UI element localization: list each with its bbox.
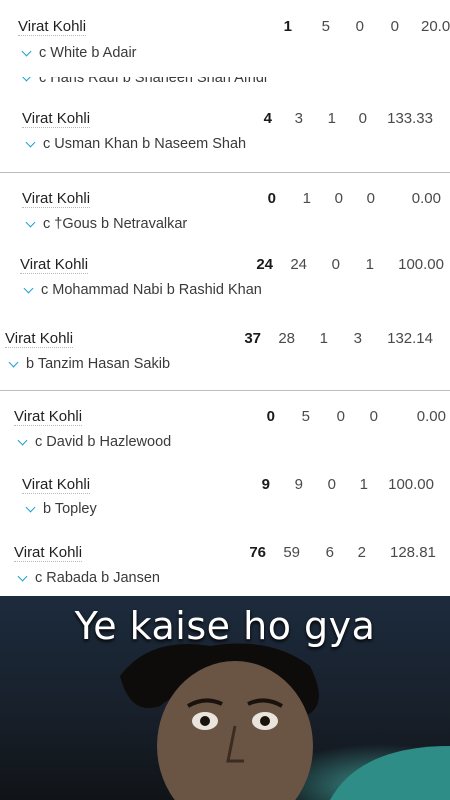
fours: 0 [336, 408, 345, 425]
dismissal-text: c Haris Rauf b Shaheen Shah Afridi [39, 77, 268, 86]
fours: 0 [334, 190, 343, 207]
batter-name[interactable]: Virat Kohli [22, 110, 91, 128]
batter-name[interactable]: Virat Kohli [22, 190, 91, 208]
fours: 6 [325, 544, 334, 561]
strike-rate: 20.0 [421, 18, 450, 35]
chevron-down-icon [8, 357, 19, 368]
sixes: 3 [353, 330, 362, 347]
dismissal-row[interactable]: c Haris Rauf b Shaheen Shah Afridi [21, 77, 268, 86]
sixes: 0 [366, 190, 375, 207]
dismissal-text: c White b Adair [39, 45, 137, 61]
fours: 0 [331, 256, 340, 273]
dismissal-text: c Rabada b Jansen [35, 570, 160, 586]
batter-name[interactable]: Virat Kohli [20, 256, 89, 274]
chevron-down-icon [25, 217, 36, 228]
chevron-down-icon [25, 502, 36, 513]
divider [0, 390, 450, 391]
strike-rate: 132.14 [387, 330, 433, 347]
chevron-down-icon [17, 435, 28, 446]
dismissal-row[interactable]: c †Gous b Netravalkar [25, 216, 188, 232]
sixes: 1 [365, 256, 374, 273]
chevron-down-icon [25, 137, 36, 148]
pupil-right [260, 716, 270, 726]
dismissal-row[interactable]: b Tanzim Hasan Sakib [8, 356, 171, 372]
batter-name[interactable]: Virat Kohli [22, 476, 91, 494]
strike-rate: 128.81 [390, 544, 436, 561]
sixes: 0 [369, 408, 378, 425]
runs: 1 [283, 18, 292, 35]
runs: 76 [249, 544, 266, 561]
runs: 37 [244, 330, 261, 347]
batter-name[interactable]: Virat Kohli [14, 408, 83, 426]
clipped-dismissal-row: c Haris Rauf b Shaheen Shah Afridi [0, 77, 450, 88]
balls: 59 [283, 544, 300, 561]
runs: 4 [263, 110, 272, 127]
runs: 24 [256, 256, 273, 273]
fours: 0 [327, 476, 336, 493]
batter-name[interactable]: Virat Kohli [14, 544, 83, 562]
dismissal-text: b Tanzim Hasan Sakib [26, 356, 171, 372]
balls: 1 [302, 190, 311, 207]
sixes: 1 [359, 476, 368, 493]
fours: 1 [327, 110, 336, 127]
dismissal-row[interactable]: c Usman Khan b Naseem Shah [25, 136, 247, 152]
sixes: 0 [358, 110, 367, 127]
strike-rate: 100.00 [398, 256, 444, 273]
strike-rate: 133.33 [387, 110, 433, 127]
dismissal-row[interactable]: c David b Hazlewood [17, 434, 172, 450]
pupil-left [200, 716, 210, 726]
balls: 9 [294, 476, 303, 493]
sixes: 0 [390, 18, 399, 35]
sixes: 2 [357, 544, 366, 561]
balls: 5 [301, 408, 310, 425]
chevron-down-icon [21, 77, 32, 82]
chevron-down-icon [23, 283, 34, 294]
dismissal-text: b Topley [43, 501, 97, 517]
dismissal-row[interactable]: c Mohammad Nabi b Rashid Khan [23, 282, 262, 298]
dismissal-row[interactable]: c Rabada b Jansen [17, 570, 160, 586]
dismissal-text: c †Gous b Netravalkar [43, 216, 188, 232]
runs: 0 [266, 408, 275, 425]
balls: 3 [294, 110, 303, 127]
strike-rate: 0.00 [416, 408, 446, 425]
batter-name[interactable]: Virat Kohli [18, 18, 87, 36]
balls: 28 [278, 330, 295, 347]
strike-rate: 0.00 [411, 190, 441, 207]
fours: 1 [319, 330, 328, 347]
dismissal-text: c Mohammad Nabi b Rashid Khan [41, 282, 262, 298]
strike-rate: 100.00 [388, 476, 434, 493]
fours: 0 [355, 18, 364, 35]
meme-image: Ye kaise ho gya [0, 596, 450, 800]
dismissal-row[interactable]: c White b Adair [21, 45, 137, 61]
runs: 9 [261, 476, 270, 493]
runs: 0 [267, 190, 276, 207]
meme-caption: Ye kaise ho gya [74, 604, 376, 648]
shoulder-right [330, 746, 450, 800]
balls: 24 [290, 256, 307, 273]
dismissal-text: c David b Hazlewood [35, 434, 172, 450]
balls: 5 [321, 18, 330, 35]
dismissal-row[interactable]: b Topley [25, 501, 97, 517]
chevron-down-icon [17, 571, 28, 582]
chevron-down-icon [21, 46, 32, 57]
batter-name[interactable]: Virat Kohli [5, 330, 74, 348]
divider [0, 172, 450, 173]
dismissal-text: c Usman Khan b Naseem Shah [43, 136, 247, 152]
